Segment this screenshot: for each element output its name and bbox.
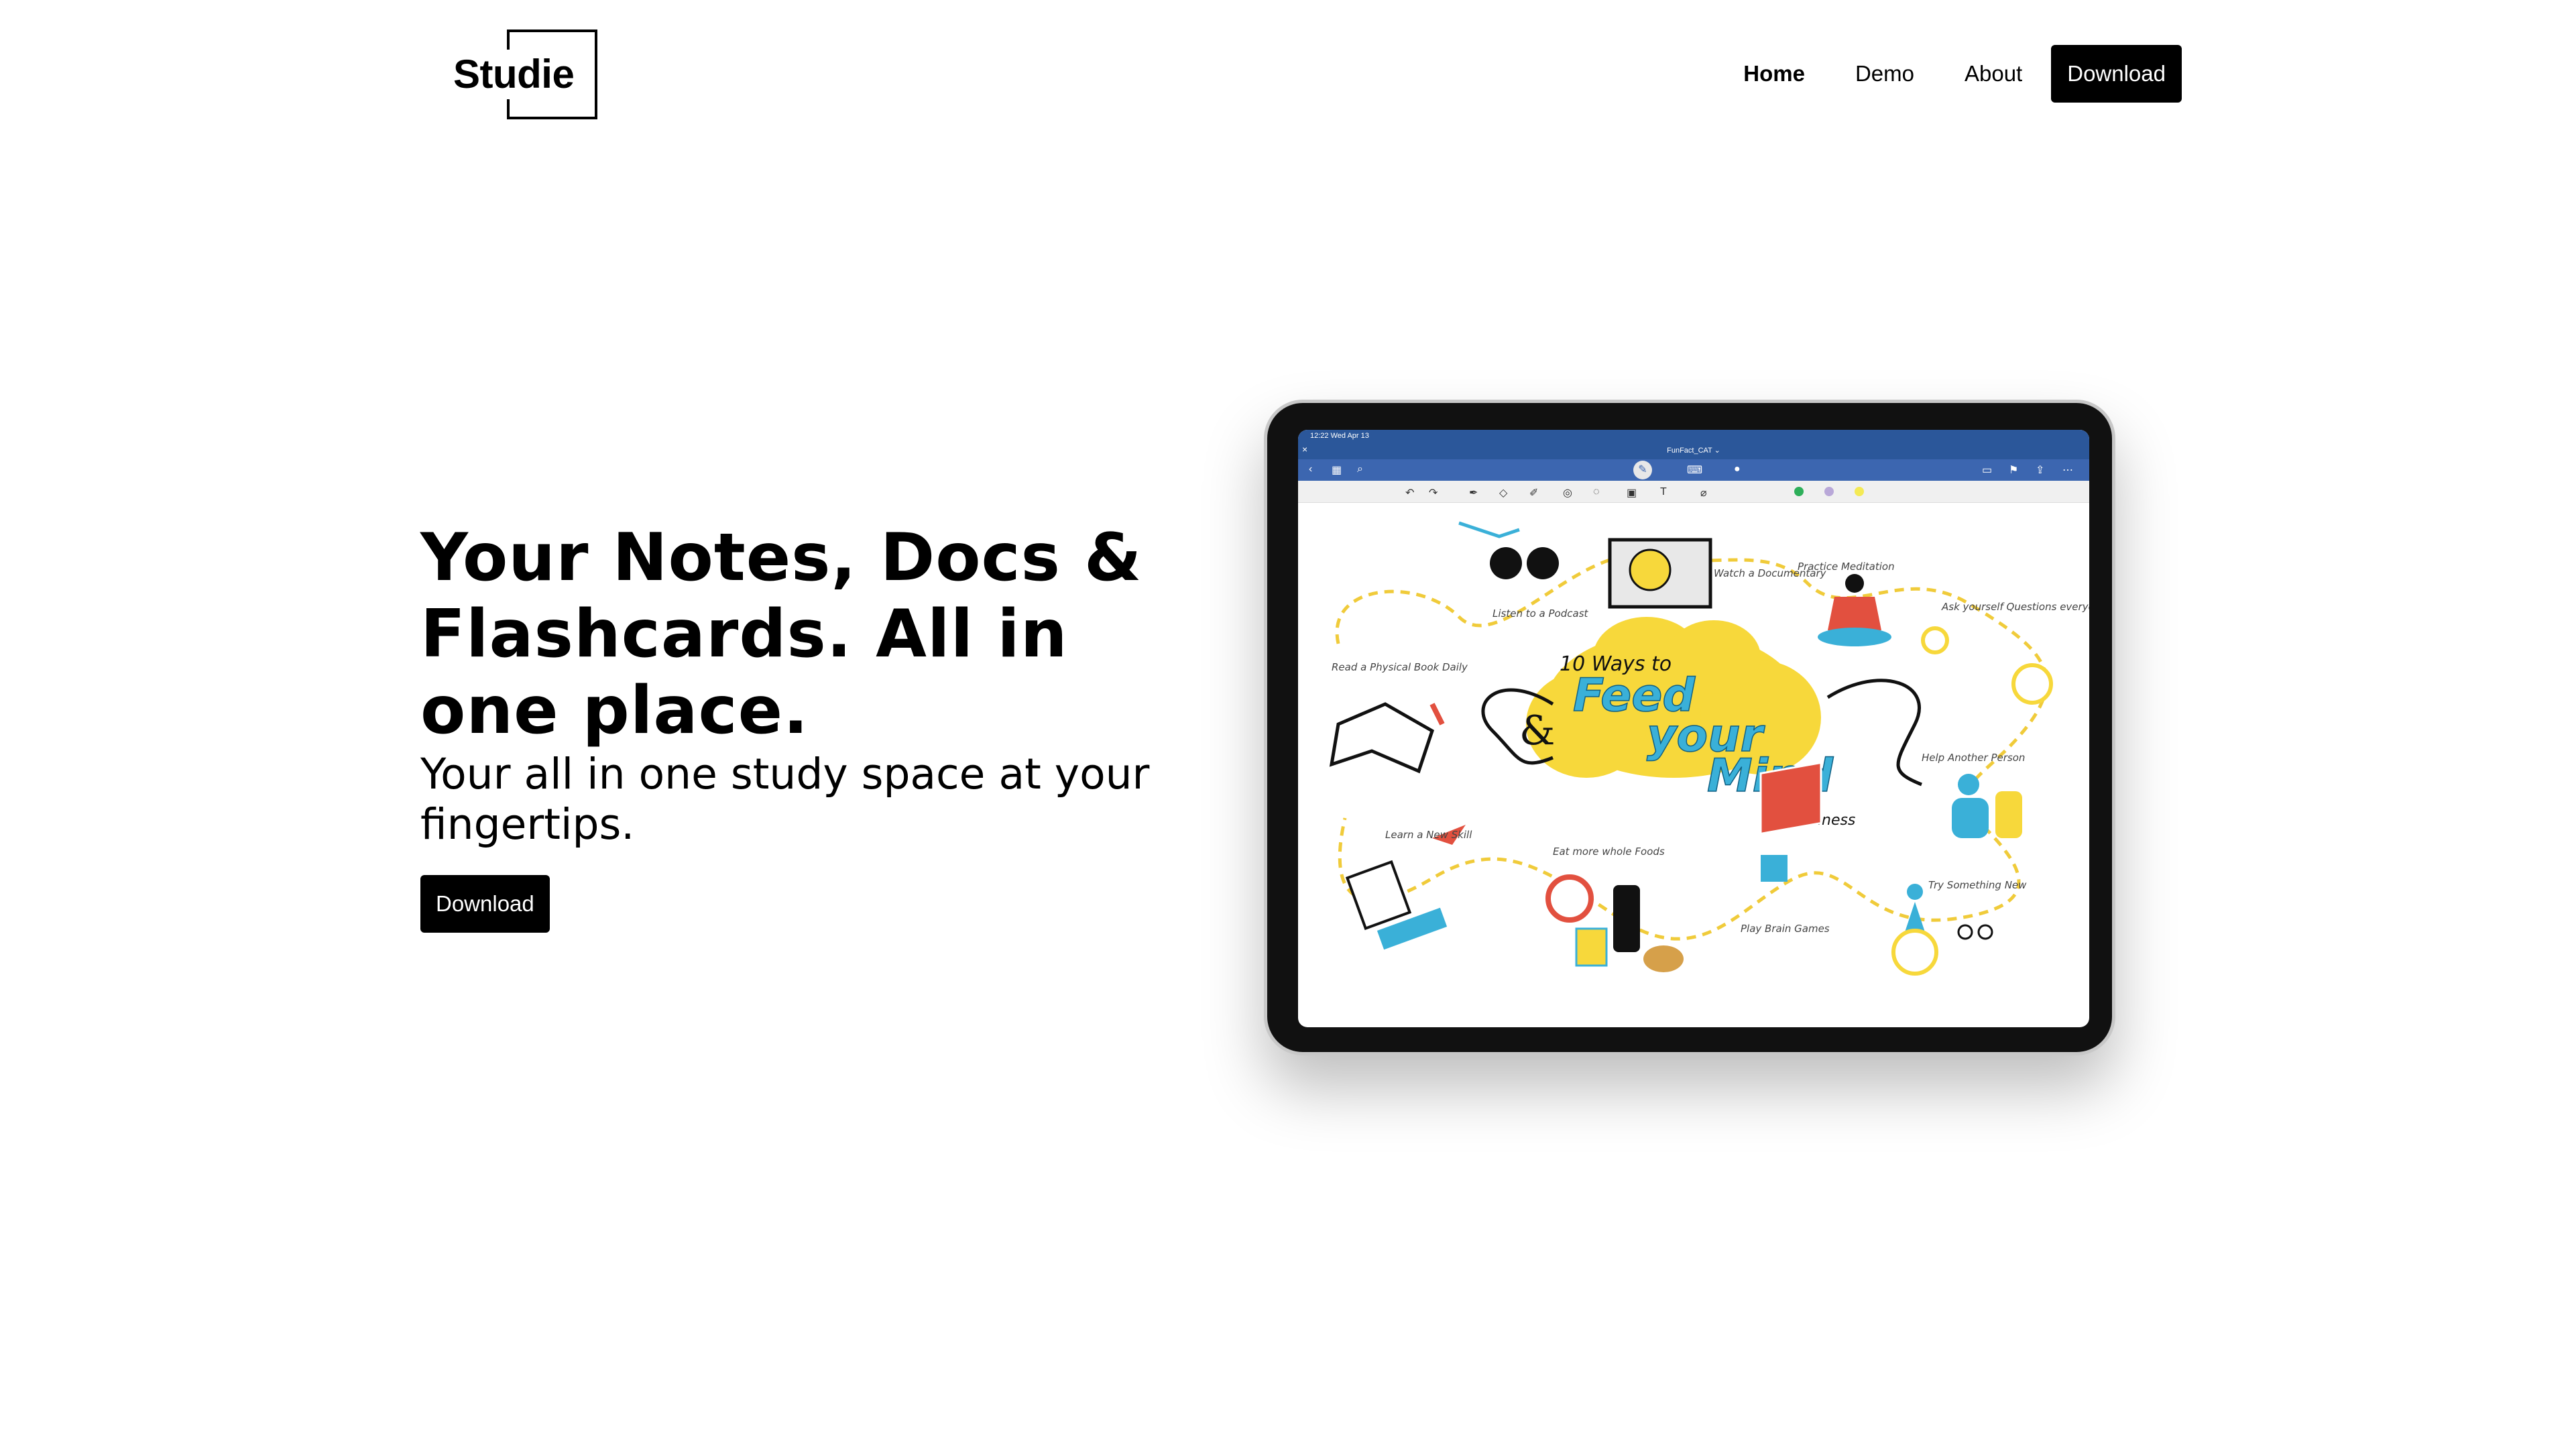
textbox-icon: T <box>1660 486 1667 498</box>
help-illustration <box>1952 774 2022 838</box>
page-icon: ▭ <box>1982 465 1993 476</box>
tablet-doc-title: FunFact_CAT ⌄ <box>1667 447 1720 455</box>
tablet-app-bar: ‹ ▦ ⌕ ✎ ⌨ ● ▭ ⚑ ⇪ ⋯ <box>1298 459 2089 481</box>
nav-about-link[interactable]: About <box>1965 61 2022 86</box>
food-illustration <box>1545 874 1684 972</box>
new-thing-illustration <box>1891 884 1993 976</box>
undo-icon: ↶ <box>1405 487 1415 499</box>
hero-subtitle: Your all in one study space at your fing… <box>420 750 1150 849</box>
logo[interactable]: Studie <box>453 30 597 119</box>
question-illustration <box>1921 626 2053 705</box>
nav-home-link[interactable]: Home <box>1743 61 1805 86</box>
cable-right <box>1826 679 1922 787</box>
keyboard-icon: ⌨ <box>1687 465 1703 476</box>
color-picker-icon: ⌀ <box>1700 487 1707 499</box>
skill-illustration <box>1345 825 1466 950</box>
tablet-status-bar: 12:22 Wed Apr 13 <box>1298 430 2089 442</box>
highlighter-icon: ✐ <box>1529 487 1539 499</box>
logo-text: Studie <box>453 50 581 99</box>
tablet-title-bar: × FunFact_CAT ⌄ <box>1298 442 2089 459</box>
tablet-screen: 12:22 Wed Apr 13 × FunFact_CAT ⌄ ‹ ▦ ⌕ ✎… <box>1298 430 2089 1027</box>
item-label-8: Eat more whole Foods <box>1553 846 1665 858</box>
meditation-illustration <box>1818 574 1891 646</box>
grid-icon: ▦ <box>1332 465 1342 476</box>
item-label-7: Learn a New Skill <box>1385 829 1472 841</box>
share-icon: ⇪ <box>2036 465 2045 476</box>
poster-canvas: 10 Ways to & Feed your Mind for wellness <box>1298 503 2089 1027</box>
shapes-icon: ◎ <box>1563 487 1572 499</box>
nav-download-button[interactable]: Download <box>2051 45 2182 103</box>
item-label-6: Help Another Person <box>1922 752 2025 764</box>
more-icon: ⋯ <box>2062 465 2073 476</box>
lasso-icon: ◌ <box>1593 486 1600 498</box>
item-label-3: Practice Meditation <box>1798 561 1895 573</box>
back-icon: ‹ <box>1309 463 1313 475</box>
hero-section: Your Notes, Docs & Flashcards. All in on… <box>420 520 1198 933</box>
image-icon: ▣ <box>1627 487 1637 499</box>
book-illustration <box>1329 702 1445 774</box>
tablet-tool-bar: ↶ ↷ ✒ ◇ ✐ ◎ ◌ ▣ T ⌀ <box>1298 481 2089 503</box>
search-icon: ⌕ <box>1357 463 1363 475</box>
tablet-mockup: 12:22 Wed Apr 13 × FunFact_CAT ⌄ ‹ ▦ ⌕ ✎… <box>1264 400 2115 1055</box>
poster-illustration: 10 Ways to & Feed your Mind for wellness <box>1329 521 2089 976</box>
mic-icon: ● <box>1734 463 1741 475</box>
item-label-10: Try Something New <box>1928 879 2027 891</box>
color-lilac-icon <box>1824 487 1834 496</box>
hero-headline: Your Notes, Docs & Flashcards. All in on… <box>420 520 1143 749</box>
item-label-1: Listen to a Podcast <box>1492 607 1589 620</box>
item-label-5: Read a Physical Book Daily <box>1332 661 1468 673</box>
hero-download-button[interactable]: Download <box>420 875 550 933</box>
podcast-illustration <box>1458 521 1559 579</box>
main-nav: Home Demo About Download <box>1693 45 2182 103</box>
item-label-9: Play Brain Games <box>1741 923 1830 935</box>
item-label-4: Ask yourself Questions everyday <box>1941 601 2089 613</box>
pen-mode-icon: ✎ <box>1633 461 1652 479</box>
pen-icon: ✒ <box>1469 487 1478 499</box>
close-icon: × <box>1302 444 1308 455</box>
documentary-illustration <box>1608 538 1712 609</box>
color-yellow-icon <box>1855 487 1864 496</box>
redo-icon: ↷ <box>1429 487 1438 499</box>
bookmark-icon: ⚑ <box>2009 465 2019 476</box>
color-green-icon <box>1794 487 1804 496</box>
poster-amp: & <box>1519 707 1555 754</box>
nav-demo-link[interactable]: Demo <box>1855 61 1914 86</box>
rubiks-cube-illustration <box>1759 761 1822 882</box>
eraser-icon: ◇ <box>1499 487 1508 499</box>
